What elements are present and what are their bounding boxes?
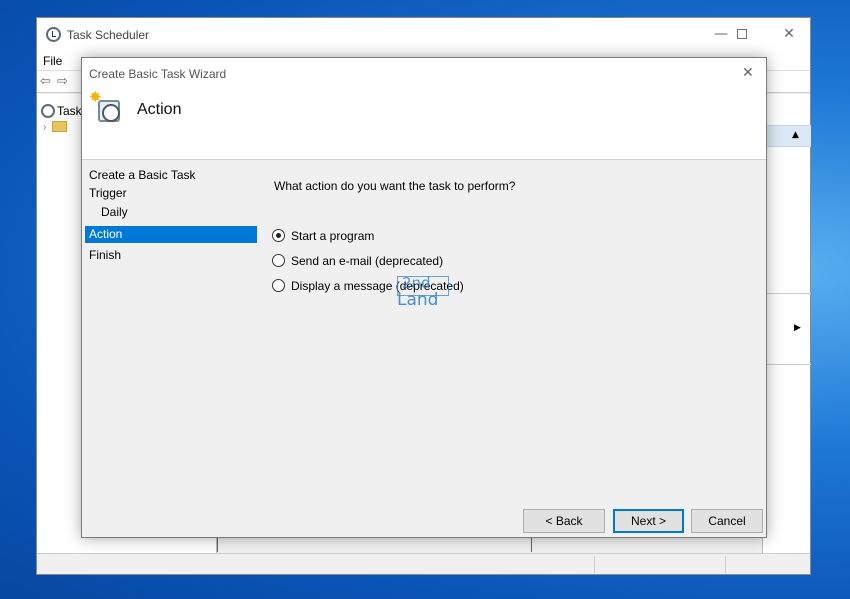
- next-button[interactable]: Next >: [613, 509, 684, 533]
- radio-selected-dot: [276, 233, 281, 238]
- close-button[interactable]: ✕: [781, 26, 797, 42]
- title-bar: Task Scheduler — ✕: [37, 18, 810, 51]
- pane-splitter[interactable]: [217, 537, 218, 552]
- wizard-title: Create Basic Task Wizard: [89, 67, 227, 81]
- radio-button[interactable]: [272, 229, 285, 242]
- step-create-basic-task: Create a Basic Task: [89, 168, 196, 182]
- maximize-icon: [737, 29, 747, 39]
- step-finish: Finish: [89, 248, 122, 262]
- clock-icon: [41, 104, 55, 118]
- option-label[interactable]: Start a program: [291, 228, 374, 244]
- wizard-page-title: Action: [137, 101, 182, 118]
- status-bar: [37, 553, 810, 574]
- expand-right-icon[interactable]: ▶: [794, 323, 801, 333]
- wizard-steps: Create a Basic Task Trigger Daily Action…: [82, 161, 262, 411]
- menu-file[interactable]: File: [43, 54, 62, 68]
- wizard-close-button[interactable]: ✕: [742, 65, 754, 81]
- collapse-up-icon[interactable]: ▲: [792, 130, 799, 140]
- star-icon: ✸: [89, 88, 102, 106]
- pane-splitter[interactable]: [531, 537, 532, 552]
- task-clock-star-icon: ✸: [89, 90, 120, 123]
- cancel-button[interactable]: Cancel: [691, 509, 763, 533]
- chevron-right-icon[interactable]: ›: [43, 122, 46, 133]
- window-title: Task Scheduler: [67, 28, 150, 42]
- divider: [763, 364, 811, 365]
- divider: [763, 293, 811, 294]
- radio-button[interactable]: [272, 279, 285, 292]
- watermark-logo: 2nd Land: [397, 274, 453, 312]
- radio-button[interactable]: [272, 254, 285, 267]
- clock-icon: [46, 27, 61, 42]
- step-trigger: Trigger: [89, 186, 127, 200]
- back-button[interactable]: < Back: [523, 509, 605, 533]
- watermark-text: Land: [397, 290, 439, 310]
- status-separator: [725, 556, 726, 573]
- option-label[interactable]: Send an e-mail (deprecated): [291, 253, 443, 269]
- tree-root-label[interactable]: Task: [57, 104, 82, 118]
- step-daily: Daily: [101, 205, 128, 219]
- maximize-button[interactable]: [734, 26, 750, 42]
- wizard-title-bar: Create Basic Task Wizard ✕: [82, 58, 766, 88]
- status-separator: [594, 556, 595, 573]
- wizard-header: ✸ Action: [82, 88, 766, 160]
- arrow-left-icon[interactable]: ⇦: [40, 74, 51, 89]
- folder-icon[interactable]: [52, 121, 67, 132]
- minimize-button[interactable]: —: [713, 26, 729, 42]
- action-question: What action do you want the task to perf…: [274, 179, 516, 193]
- actions-pane: ▲ ▶: [762, 94, 811, 554]
- step-action: Action: [85, 226, 257, 243]
- arrow-right-icon[interactable]: ⇨: [57, 74, 68, 89]
- create-basic-task-wizard: Create Basic Task Wizard ✕ ✸ Action Crea…: [81, 57, 767, 538]
- actions-pane-header[interactable]: ▲: [763, 125, 811, 147]
